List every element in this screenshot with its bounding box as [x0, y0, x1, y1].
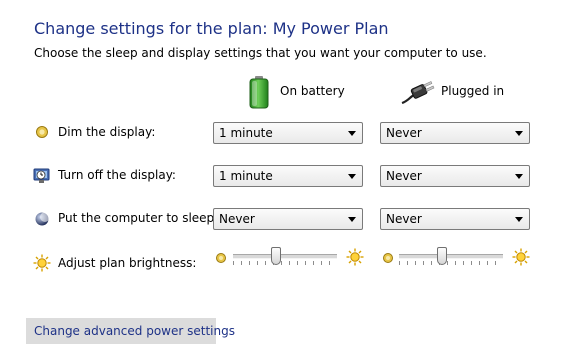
dim-display-label: Dim the display: — [58, 125, 156, 139]
dim-display-battery-value: 1 minute — [219, 126, 273, 140]
dim-display-battery-select[interactable]: 1 minute — [213, 122, 363, 144]
turn-off-display-battery-select[interactable]: 1 minute — [213, 165, 363, 187]
turn-off-display-plugged-value: Never — [386, 169, 422, 183]
moon-icon — [34, 210, 52, 228]
turn-off-display-label: Turn off the display: — [58, 168, 176, 182]
brightness-low-icon — [381, 250, 395, 264]
chevron-down-icon — [515, 217, 523, 222]
chevron-down-icon — [515, 174, 523, 179]
chevron-down-icon — [348, 174, 356, 179]
dim-display-plugged-select[interactable]: Never — [380, 122, 530, 144]
turn-off-display-battery-value: 1 minute — [219, 169, 273, 183]
slider-track — [399, 254, 503, 259]
dim-display-plugged-value: Never — [386, 126, 422, 140]
monitor-clock-icon — [33, 167, 51, 185]
page-title: Change settings for the plan: My Power P… — [34, 19, 389, 38]
battery-brightness-thumb[interactable] — [271, 247, 281, 265]
chevron-down-icon — [515, 131, 523, 136]
plugged-brightness-slider[interactable] — [399, 247, 503, 271]
brightness-label: Adjust plan brightness: — [58, 256, 197, 270]
brightness-high-icon — [346, 248, 364, 266]
sleep-plugged-select[interactable]: Never — [380, 208, 530, 230]
battery-brightness-slider[interactable] — [233, 247, 337, 271]
power-plug-icon — [400, 79, 436, 105]
brightness-low-icon — [214, 250, 228, 264]
sleep-plugged-value: Never — [386, 212, 422, 226]
dim-display-icon — [34, 124, 52, 142]
brightness-icon — [33, 254, 51, 272]
brightness-high-icon — [512, 248, 530, 266]
column-header-on-battery: On battery — [280, 84, 345, 98]
slider-track — [233, 254, 337, 259]
page-subtitle: Choose the sleep and display settings th… — [34, 46, 487, 60]
slider-ticks — [399, 261, 503, 265]
chevron-down-icon — [348, 217, 356, 222]
turn-off-display-plugged-select[interactable]: Never — [380, 165, 530, 187]
column-header-plugged-in: Plugged in — [441, 84, 505, 98]
slider-ticks — [233, 261, 337, 265]
chevron-down-icon — [348, 131, 356, 136]
sleep-battery-value: Never — [219, 212, 255, 226]
sleep-label: Put the computer to sleep: — [58, 211, 219, 225]
sleep-battery-select[interactable]: Never — [213, 208, 363, 230]
battery-icon — [247, 75, 271, 109]
advanced-power-settings-link[interactable]: Change advanced power settings — [26, 318, 235, 344]
plugged-brightness-thumb[interactable] — [437, 247, 447, 265]
